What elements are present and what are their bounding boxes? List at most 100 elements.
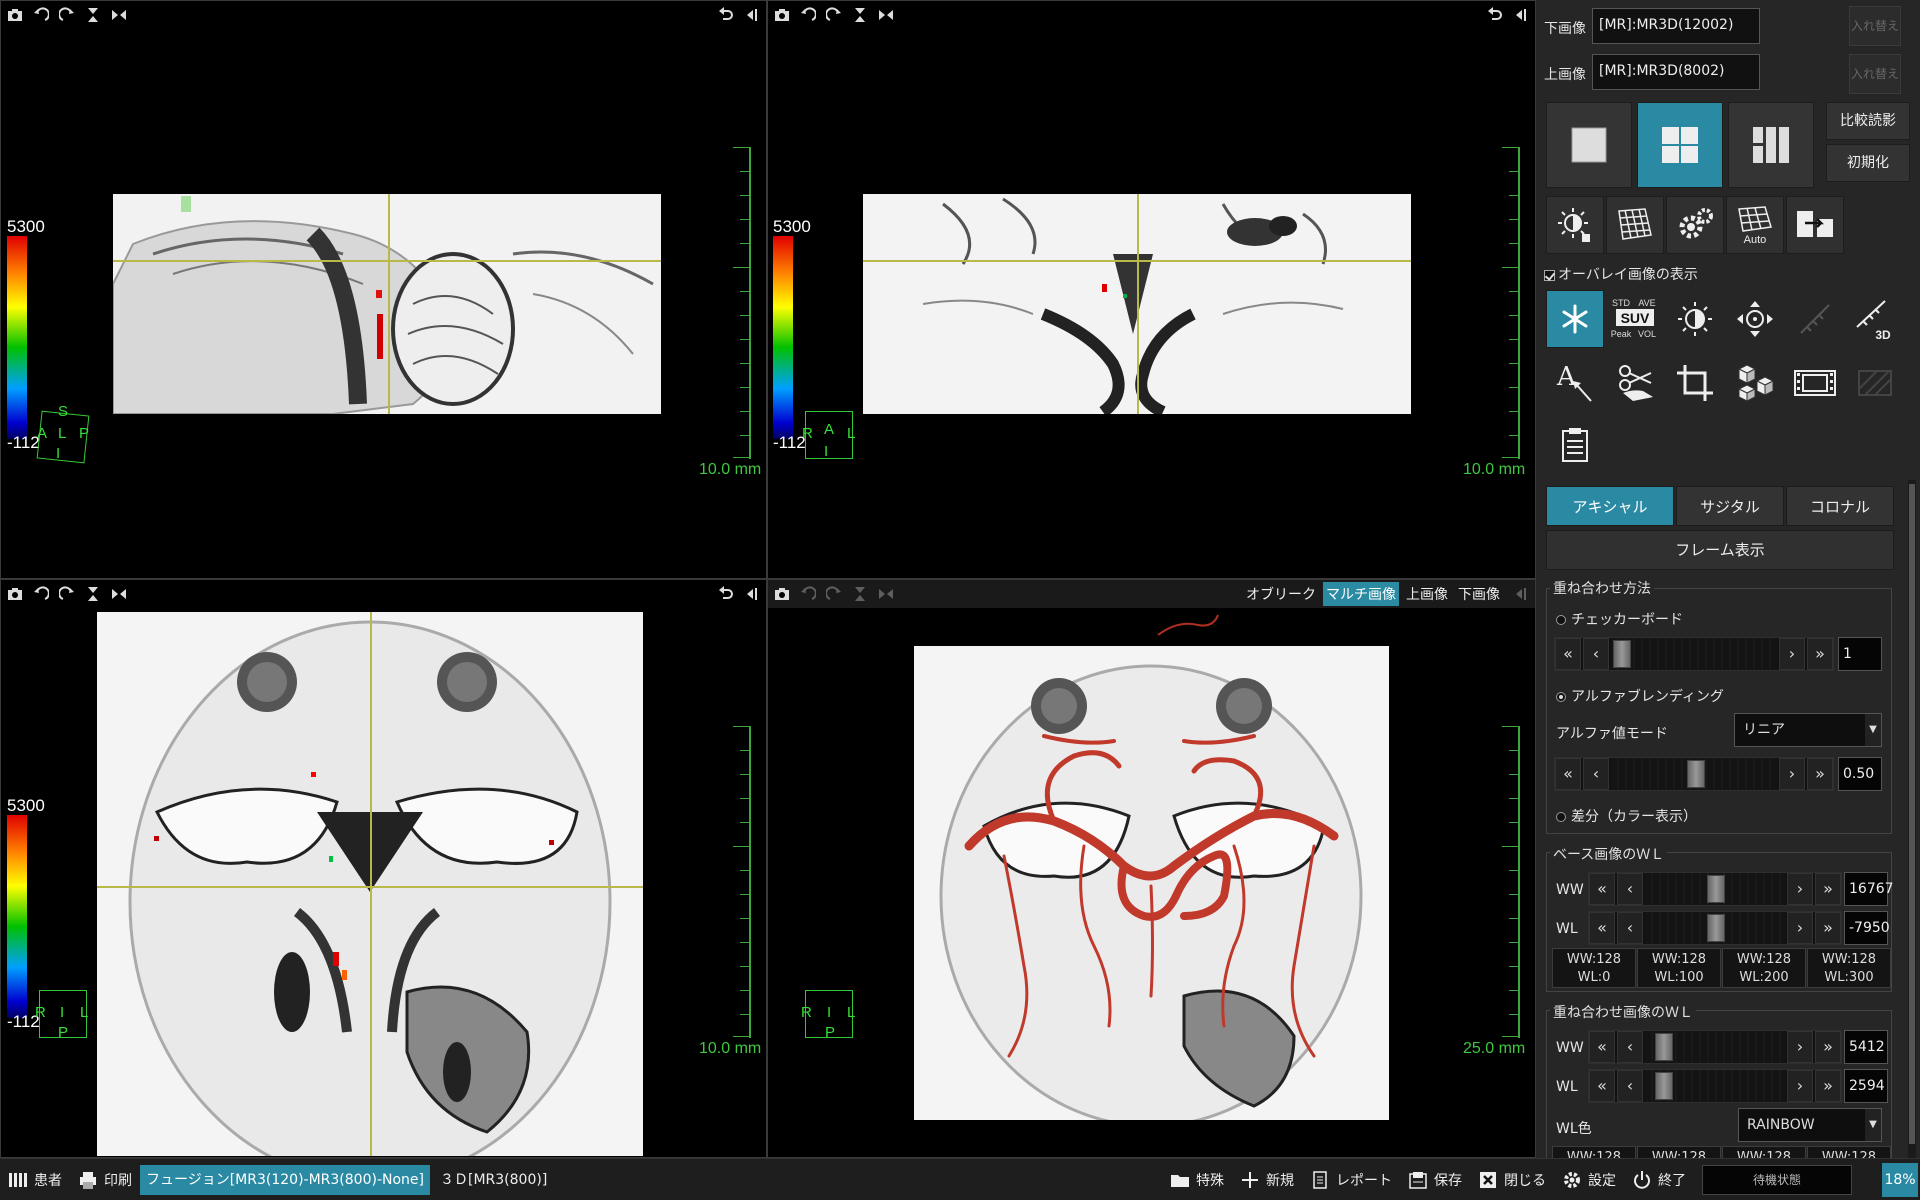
slider-thumb[interactable] bbox=[1687, 760, 1705, 788]
camera-icon[interactable] bbox=[774, 586, 790, 602]
undo-icon[interactable] bbox=[1487, 7, 1503, 23]
undo-icon[interactable] bbox=[718, 586, 734, 602]
slice-end-icon[interactable] bbox=[744, 7, 760, 23]
print-button[interactable]: 印刷 bbox=[70, 1159, 140, 1200]
new-button[interactable]: 新規 bbox=[1232, 1159, 1302, 1200]
brightness-tool[interactable] bbox=[1666, 290, 1724, 348]
wl-color-select[interactable]: RAINBOW ▼ bbox=[1738, 1108, 1882, 1142]
report-tool[interactable] bbox=[1546, 416, 1604, 474]
overlay-checkbox[interactable] bbox=[1544, 269, 1555, 281]
tab-axial[interactable]: アキシャル bbox=[1546, 486, 1674, 526]
viewport-axial[interactable]: 5300 -112 R I L P 10.0 mm bbox=[0, 579, 767, 1158]
layout-triple-button[interactable] bbox=[1728, 102, 1814, 188]
tab-sagittal[interactable]: サジタル bbox=[1676, 486, 1784, 526]
slider-track[interactable] bbox=[1611, 638, 1777, 670]
ruler-3d-tool[interactable]: 3D bbox=[1846, 290, 1904, 348]
flip-vertical-icon[interactable] bbox=[85, 7, 101, 23]
slider-track[interactable] bbox=[1645, 873, 1785, 905]
mode-upper[interactable]: 上画像 bbox=[1403, 582, 1451, 606]
flip-vertical-icon[interactable] bbox=[852, 7, 868, 23]
overlay-preset-4[interactable]: WW:128 bbox=[1807, 1146, 1891, 1158]
suv-tool[interactable]: STD AVE SUV Peak VOL bbox=[1606, 290, 1664, 348]
checkerboard-slider[interactable]: « ‹ › » bbox=[1554, 637, 1834, 671]
viewport-3d[interactable]: オブリーク マルチ画像 上画像 下画像 R I L P 25.0 mm bbox=[767, 579, 1536, 1158]
difference-option[interactable]: 差分（カラー表示） bbox=[1556, 806, 1697, 826]
mode-oblique[interactable]: オブリーク bbox=[1243, 582, 1319, 606]
tab-3d[interactable]: ３Ｄ[MR3(800)] bbox=[434, 1165, 553, 1195]
last-button[interactable]: » bbox=[1815, 873, 1841, 905]
save-button[interactable]: 保存 bbox=[1400, 1159, 1470, 1200]
mode-lower[interactable]: 下画像 bbox=[1455, 582, 1503, 606]
overlay-preset-3[interactable]: WW:128 bbox=[1722, 1146, 1806, 1158]
last-button[interactable]: » bbox=[1815, 1031, 1841, 1063]
rotate-right-icon[interactable] bbox=[826, 7, 842, 23]
lower-image-field[interactable]: [MR]:MR3D(12002) bbox=[1592, 8, 1760, 44]
slider-track[interactable] bbox=[1645, 1031, 1785, 1063]
swap-button-top[interactable]: 入れ替え bbox=[1849, 6, 1901, 46]
overlay-ww-slider[interactable]: « ‹ › » bbox=[1588, 1030, 1842, 1064]
crosshair-horizontal[interactable] bbox=[113, 260, 661, 262]
last-button[interactable]: » bbox=[1815, 912, 1841, 944]
crosshair-vertical[interactable] bbox=[1137, 194, 1139, 414]
cine-tool[interactable] bbox=[1786, 354, 1844, 412]
last-button[interactable]: » bbox=[1807, 638, 1833, 670]
next-button[interactable]: › bbox=[1787, 873, 1813, 905]
overlay-toggle[interactable]: オーバレイ画像の表示 bbox=[1544, 264, 1698, 284]
base-ww-value[interactable]: 16767 bbox=[1844, 872, 1894, 906]
next-button[interactable]: › bbox=[1787, 1031, 1813, 1063]
undo-icon[interactable] bbox=[718, 7, 734, 23]
axial-image[interactable] bbox=[97, 612, 643, 1156]
upper-image-field[interactable]: [MR]:MR3D(8002) bbox=[1592, 54, 1760, 90]
reset-button[interactable]: 初期化 bbox=[1826, 144, 1910, 182]
camera-icon[interactable] bbox=[7, 7, 23, 23]
settings-button[interactable]: 設定 bbox=[1554, 1159, 1624, 1200]
overlay-wl-value[interactable]: 2594 bbox=[1844, 1069, 1888, 1103]
slider-track[interactable] bbox=[1611, 758, 1777, 790]
viewport-sagittal[interactable]: 5300 -112 S A L P I 10.0 mm bbox=[0, 0, 767, 579]
alpha-blending-option[interactable]: アルファブレンディング bbox=[1556, 686, 1724, 706]
alpha-value[interactable]: 0.50 bbox=[1838, 757, 1882, 791]
base-preset-2[interactable]: WW:128 WL:100 bbox=[1637, 948, 1721, 988]
prev-button[interactable]: ‹ bbox=[1617, 1070, 1643, 1102]
first-button[interactable]: « bbox=[1555, 638, 1581, 670]
next-button[interactable]: › bbox=[1787, 1070, 1813, 1102]
layout-single-button[interactable] bbox=[1546, 102, 1632, 188]
first-button[interactable]: « bbox=[1589, 912, 1615, 944]
overlay-wl-slider[interactable]: « ‹ › » bbox=[1588, 1069, 1842, 1103]
volume-tool[interactable] bbox=[1726, 354, 1784, 412]
flip-vertical-icon[interactable] bbox=[85, 586, 101, 602]
slice-end-icon[interactable] bbox=[744, 586, 760, 602]
alpha-slider[interactable]: « ‹ › » bbox=[1554, 757, 1834, 791]
swap-button-bottom[interactable]: 入れ替え bbox=[1849, 54, 1901, 94]
sagittal-image[interactable] bbox=[113, 194, 661, 414]
camera-icon[interactable] bbox=[7, 586, 23, 602]
auto-grid-tool[interactable]: Auto bbox=[1726, 196, 1784, 254]
base-wl-slider[interactable]: « ‹ › » bbox=[1588, 911, 1842, 945]
rotate-left-icon[interactable] bbox=[800, 7, 816, 23]
slice-end-icon[interactable] bbox=[1513, 7, 1529, 23]
special-button[interactable]: 特殊 bbox=[1162, 1159, 1232, 1200]
checkerboard-option[interactable]: チェッカーボード bbox=[1556, 609, 1683, 629]
crosshair-vertical[interactable] bbox=[388, 194, 390, 414]
difference-radio[interactable] bbox=[1556, 812, 1566, 822]
settings-tool[interactable] bbox=[1666, 196, 1724, 254]
frame-display-button[interactable]: フレーム表示 bbox=[1546, 530, 1894, 570]
compare-button[interactable]: 比較読影 bbox=[1826, 102, 1910, 140]
tab-coronal[interactable]: コロナル bbox=[1786, 486, 1894, 526]
pan-tool[interactable] bbox=[1726, 290, 1784, 348]
rotate-right-icon[interactable] bbox=[59, 7, 75, 23]
export-tool[interactable] bbox=[1786, 196, 1844, 254]
close-button[interactable]: 閉じる bbox=[1470, 1159, 1554, 1200]
base-preset-1[interactable]: WW:128 WL:0 bbox=[1552, 948, 1636, 988]
rotate-left-icon[interactable] bbox=[33, 7, 49, 23]
exit-button[interactable]: 終了 bbox=[1624, 1159, 1694, 1200]
coronal-image[interactable] bbox=[863, 194, 1411, 414]
rotate-right-icon[interactable] bbox=[59, 586, 75, 602]
flip-horizontal-icon[interactable] bbox=[878, 7, 894, 23]
prev-button[interactable]: ‹ bbox=[1583, 638, 1609, 670]
volume-render[interactable] bbox=[914, 646, 1389, 1120]
first-button[interactable]: « bbox=[1589, 873, 1615, 905]
window-level-tool[interactable] bbox=[1546, 196, 1604, 254]
rotate-left-icon[interactable] bbox=[33, 586, 49, 602]
first-button[interactable]: « bbox=[1589, 1031, 1615, 1063]
